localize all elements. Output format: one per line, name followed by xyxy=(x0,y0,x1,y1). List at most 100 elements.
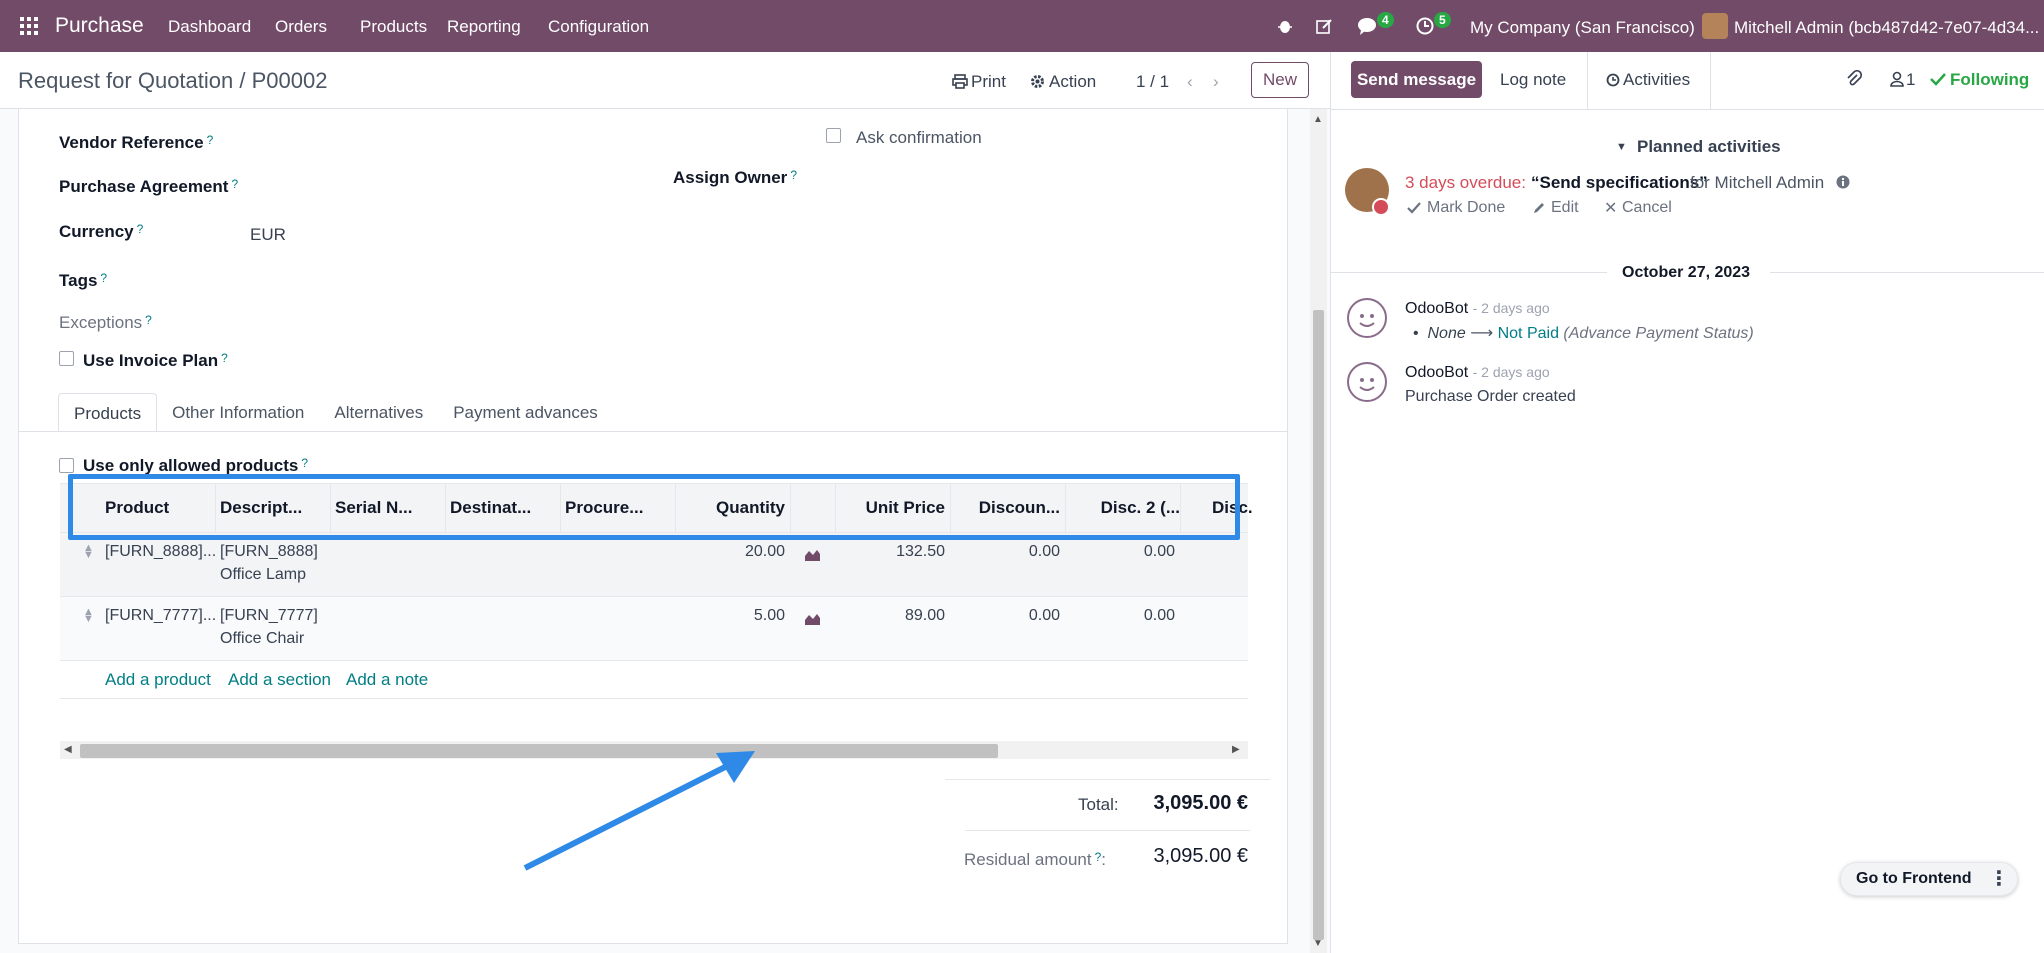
drag-handle-icon[interactable]: ▲ ▼ xyxy=(83,607,94,625)
add-note-link[interactable]: Add a note xyxy=(346,670,428,690)
print-icon[interactable] xyxy=(952,74,968,89)
menu-orders[interactable]: Orders xyxy=(275,17,327,37)
table-row[interactable]: ▲ ▼ [FURN_7777]... [FURN_7777] Office Cha… xyxy=(60,597,1248,661)
edit-note-icon[interactable] xyxy=(1316,18,1333,35)
row-quantity[interactable]: 5.00 xyxy=(680,607,785,625)
residual-divider xyxy=(965,830,1250,831)
tags-label: Tags? xyxy=(59,271,108,290)
caret-down-icon[interactable]: ▼ xyxy=(1616,141,1627,153)
tab-payment-advances[interactable]: Payment advances xyxy=(438,393,613,432)
app-name[interactable]: Purchase xyxy=(55,14,144,38)
more-options-icon[interactable]: ⋮ xyxy=(1987,866,2011,892)
activity-assignee: for Mitchell Admin xyxy=(1690,173,1825,192)
tab-products[interactable]: Products xyxy=(58,393,158,432)
cancel-activity-button[interactable]: Cancel xyxy=(1622,199,1672,217)
menu-configuration[interactable]: Configuration xyxy=(548,17,649,37)
tracking-value: • None ⟶ Not Paid (Advance Payment Statu… xyxy=(1413,325,1754,342)
row-disc2[interactable]: 0.00 xyxy=(1070,543,1175,561)
clock-icon[interactable] xyxy=(1416,17,1434,35)
residual-label: Residual amount?: xyxy=(964,850,1106,869)
following-button[interactable]: Following xyxy=(1950,70,2029,90)
chatter-divider xyxy=(1330,109,2044,110)
row-discount[interactable]: 0.00 xyxy=(955,607,1060,625)
vendor-reference-label: Vendor Reference? xyxy=(59,133,214,152)
currency-label: Currency? xyxy=(59,222,144,241)
pager-prev-icon[interactable]: ‹ xyxy=(1187,72,1193,92)
total-value: 3,095.00 € xyxy=(1153,792,1248,814)
info-icon[interactable] xyxy=(1836,175,1850,189)
follower-user-icon[interactable] xyxy=(1890,71,1904,87)
row-quantity[interactable]: 20.00 xyxy=(680,543,785,561)
bug-icon[interactable] xyxy=(1277,18,1293,34)
tab-other-information[interactable]: Other Information xyxy=(157,393,319,432)
menu-reporting[interactable]: Reporting xyxy=(447,17,521,37)
scroll-down-icon[interactable]: ▼ xyxy=(1313,938,1323,949)
row-unit-price[interactable]: 89.00 xyxy=(840,607,945,625)
print-button[interactable]: Print xyxy=(971,72,1006,92)
menu-products[interactable]: Products xyxy=(360,17,427,37)
planned-activities-toggle[interactable]: Planned activities xyxy=(1637,137,1781,157)
forecast-chart-icon[interactable] xyxy=(804,612,821,626)
paperclip-icon[interactable] xyxy=(1846,70,1862,88)
use-invoice-plan-checkbox[interactable] xyxy=(59,351,74,366)
row-disc2[interactable]: 0.00 xyxy=(1070,607,1175,625)
user-avatar[interactable] xyxy=(1702,13,1728,39)
date-separator-line xyxy=(1330,272,1607,273)
row-description[interactable]: [FURN_7777] xyxy=(220,607,318,625)
tab-alternatives[interactable]: Alternatives xyxy=(319,393,438,432)
edit-activity-button[interactable]: Edit xyxy=(1551,199,1579,217)
table-row[interactable]: ▲ ▼ [FURN_8888]... [FURN_8888] Office Lam… xyxy=(60,533,1248,597)
ask-confirmation-label: Ask confirmation xyxy=(856,128,982,147)
action-button[interactable]: Action xyxy=(1049,72,1096,92)
tab-divider xyxy=(18,431,1288,432)
pencil-icon[interactable] xyxy=(1532,201,1546,215)
row-description-name[interactable]: Office Chair xyxy=(220,630,304,648)
scroll-up-icon[interactable]: ▲ xyxy=(1313,114,1323,125)
company-switcher[interactable]: My Company (San Francisco) xyxy=(1470,18,1695,38)
scroll-right-icon[interactable]: ▶ xyxy=(1232,744,1240,755)
activities-button[interactable]: Activities xyxy=(1623,70,1690,90)
log-note-button[interactable]: Log note xyxy=(1500,70,1566,90)
highlight-box-annotation xyxy=(68,474,1240,540)
exceptions-label: Exceptions? xyxy=(59,313,152,332)
add-product-link[interactable]: Add a product xyxy=(105,670,211,690)
row-unit-price[interactable]: 132.50 xyxy=(840,543,945,561)
currency-field[interactable]: EUR xyxy=(250,225,286,245)
assign-owner-label: Assign Owner? xyxy=(673,168,797,187)
date-separator: October 27, 2023 xyxy=(1622,264,1751,281)
use-invoice-plan-label: Use Invoice Plan? xyxy=(83,351,228,370)
clock-icon[interactable] xyxy=(1606,73,1620,87)
row-description-name[interactable]: Office Lamp xyxy=(220,566,306,584)
breadcrumb[interactable]: Request for Quotation / P00002 xyxy=(18,68,327,94)
pager-value[interactable]: 1 / 1 xyxy=(1136,72,1169,92)
apps-menu-icon[interactable] xyxy=(20,17,38,35)
gear-icon[interactable] xyxy=(1030,74,1045,89)
pager-next-icon[interactable]: › xyxy=(1213,72,1219,92)
row-product[interactable]: [FURN_8888]... xyxy=(105,543,216,561)
activity-count-badge: 5 xyxy=(1434,12,1451,28)
drag-handle-icon[interactable]: ▲ ▼ xyxy=(83,543,94,561)
row-description[interactable]: [FURN_8888] xyxy=(220,543,318,561)
totals-divider xyxy=(945,779,1270,780)
row-discount[interactable]: 0.00 xyxy=(955,543,1060,561)
user-menu[interactable]: Mitchell Admin (bcb487d42-7e07-4d34... xyxy=(1734,18,2039,38)
control-panel: Request for Quotation / P00002 Print Act… xyxy=(0,52,1330,109)
use-only-allowed-checkbox[interactable] xyxy=(59,458,74,473)
scroll-left-icon[interactable]: ◀ xyxy=(64,744,72,755)
check-icon[interactable] xyxy=(1407,202,1421,214)
mark-done-button[interactable]: Mark Done xyxy=(1427,199,1505,217)
new-button[interactable]: New xyxy=(1251,62,1309,98)
followers-count[interactable]: 1 xyxy=(1906,70,1915,90)
add-section-link[interactable]: Add a section xyxy=(228,670,331,690)
send-message-button[interactable]: Send message xyxy=(1351,61,1482,98)
menu-dashboard[interactable]: Dashboard xyxy=(168,17,251,37)
message-author: OdooBot - 2 days ago xyxy=(1405,300,1550,317)
message-author: OdooBot - 2 days ago xyxy=(1405,364,1550,381)
close-icon[interactable]: ✕ xyxy=(1604,198,1617,218)
form-vertical-scroll-thumb[interactable] xyxy=(1313,310,1324,940)
chat-icon[interactable] xyxy=(1357,17,1377,35)
forecast-chart-icon[interactable] xyxy=(804,548,821,562)
ask-confirmation-checkbox[interactable] xyxy=(826,128,841,143)
go-to-frontend-button[interactable]: Go to Frontend xyxy=(1856,870,1972,888)
row-product[interactable]: [FURN_7777]... xyxy=(105,607,216,625)
